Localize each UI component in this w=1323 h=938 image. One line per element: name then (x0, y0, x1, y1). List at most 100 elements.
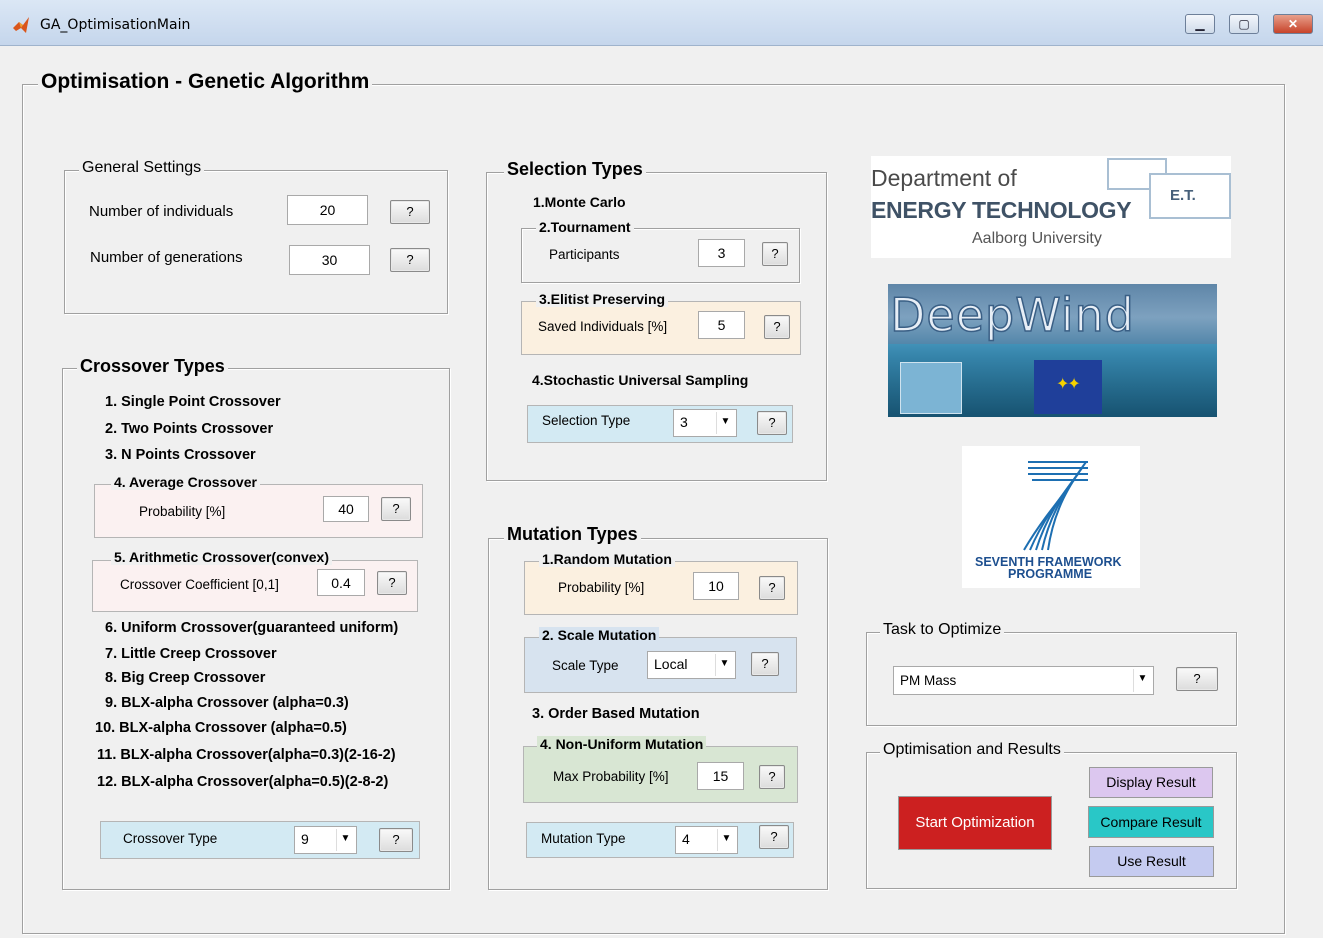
crossover-item: 1. Single Point Crossover (105, 394, 281, 410)
monte-carlo-label: 1.Monte Carlo (533, 194, 626, 210)
et-logo-line2: ENERGY TECHNOLOGY (871, 197, 1132, 223)
crossover-item: 11. BLX-alpha Crossover(alpha=0.3)(2-16-… (97, 747, 396, 763)
crossover-type-help-button[interactable]: ? (379, 828, 413, 852)
results-title: Optimisation and Results (880, 741, 1064, 759)
generations-label: Number of generations (90, 249, 243, 266)
chevron-down-icon[interactable]: ▼ (716, 412, 734, 434)
mutation-title: Mutation Types (504, 524, 641, 545)
deepwind-title: DeepWind (889, 287, 1135, 343)
random-probability-input[interactable] (693, 572, 739, 600)
task-help-button[interactable]: ? (1176, 667, 1218, 691)
task-title: Task to Optimize (880, 621, 1005, 639)
mutation-type-value: 4 (682, 831, 690, 847)
et-logo-line1: Department of (871, 165, 1017, 191)
average-help-button[interactable]: ? (381, 497, 411, 521)
start-optimization-button[interactable]: Start Optimization (898, 796, 1052, 850)
task-select[interactable]: PM Mass ▼ (893, 666, 1154, 695)
tournament-title: 2.Tournament (536, 219, 634, 235)
individuals-help-button[interactable]: ? (390, 200, 430, 224)
chevron-down-icon[interactable]: ▼ (336, 829, 354, 851)
mutation-type-help-button[interactable]: ? (759, 825, 789, 849)
maximize-button[interactable]: ▢ (1229, 14, 1259, 34)
mutation-type-label: Mutation Type (541, 831, 626, 846)
random-mutation-title: 1.Random Mutation (539, 551, 675, 567)
individuals-input[interactable] (287, 195, 368, 225)
use-result-button[interactable]: Use Result (1089, 846, 1214, 877)
participants-label: Participants (549, 247, 620, 262)
minimize-button[interactable]: ▁ (1185, 14, 1215, 34)
scale-type-select[interactable]: Local ▼ (647, 651, 736, 679)
max-probability-input[interactable] (697, 762, 744, 790)
title-bar: GA_OptimisationMain ▁ ▢ ✕ (0, 0, 1323, 46)
chevron-down-icon[interactable]: ▼ (1133, 669, 1151, 692)
average-probability-input[interactable] (323, 496, 369, 522)
arithmetic-coefficient-label: Crossover Coefficient [0,1] (120, 577, 279, 592)
generations-help-button[interactable]: ? (390, 248, 430, 272)
chevron-down-icon[interactable]: ▼ (717, 829, 735, 851)
nonuniform-title: 4. Non-Uniform Mutation (537, 736, 707, 752)
max-probability-help-button[interactable]: ? (759, 765, 785, 789)
crossover-item: 12. BLX-alpha Crossover(alpha=0.5)(2-8-2… (97, 774, 389, 790)
general-settings-frame (64, 170, 448, 314)
matlab-icon (13, 17, 29, 33)
eu-flag-icon: ✦✦ (1034, 360, 1102, 414)
saved-individuals-help-button[interactable]: ? (764, 315, 790, 339)
arithmetic-coefficient-input[interactable] (317, 569, 365, 596)
task-value: PM Mass (900, 673, 957, 688)
crossover-item: 6. Uniform Crossover(guaranteed uniform) (105, 620, 399, 636)
saved-individuals-label: Saved Individuals [%] (538, 319, 668, 334)
max-probability-label: Max Probability [%] (553, 769, 669, 784)
crossover-type-label: Crossover Type (123, 831, 218, 846)
deepwind-logo: ✦✦ DeepWind (888, 284, 1217, 417)
crossover-item: 7. Little Creep Crossover (105, 646, 277, 662)
compare-result-button[interactable]: Compare Result (1088, 806, 1214, 838)
average-crossover-title: 4. Average Crossover (111, 474, 260, 490)
window-title: GA_OptimisationMain (40, 17, 191, 33)
crossover-item: 8. Big Creep Crossover (105, 670, 266, 686)
scale-mutation-title: 2. Scale Mutation (539, 627, 660, 643)
et-logo-badge: E.T. (1149, 173, 1231, 219)
elitist-title: 3.Elitist Preserving (536, 291, 669, 307)
participants-input[interactable] (698, 239, 745, 267)
order-based-label: 3. Order Based Mutation (532, 706, 700, 722)
et-logo-badge-text: E.T. (1170, 187, 1196, 204)
scale-help-button[interactable]: ? (751, 652, 779, 676)
crossover-item: 2. Two Points Crossover (105, 421, 274, 437)
arithmetic-crossover-title: 5. Arithmetic Crossover(convex) (111, 549, 332, 565)
et-logo: E.T. Department of ENERGY TECHNOLOGY Aal… (871, 156, 1231, 258)
close-button[interactable]: ✕ (1273, 14, 1313, 34)
display-result-button[interactable]: Display Result (1089, 767, 1213, 798)
generations-input[interactable] (289, 245, 370, 275)
mutation-type-select[interactable]: 4 ▼ (675, 826, 738, 854)
selection-type-help-button[interactable]: ? (757, 411, 787, 435)
client-area: Optimisation - Genetic Algorithm General… (0, 46, 1323, 938)
fp7-logo: SEVENTH FRAMEWORK PROGRAMME (962, 446, 1140, 588)
saved-individuals-input[interactable] (698, 311, 745, 339)
selection-type-value: 3 (680, 414, 688, 430)
individuals-label: Number of individuals (89, 203, 234, 220)
scale-type-value: Local (654, 656, 688, 672)
fp7-mini-logo (900, 362, 962, 414)
crossover-type-value: 9 (301, 831, 309, 847)
crossover-type-select[interactable]: 9 ▼ (294, 826, 357, 854)
crossover-item: 10. BLX-alpha Crossover (alpha=0.5) (95, 720, 347, 736)
et-logo-line3: Aalborg University (972, 230, 1102, 247)
scale-type-label: Scale Type (552, 658, 619, 673)
crossover-title: Crossover Types (77, 356, 228, 377)
crossover-item: 3. N Points Crossover (105, 447, 256, 463)
chevron-down-icon[interactable]: ▼ (715, 654, 733, 676)
fp7-line2: PROGRAMME (1008, 567, 1093, 581)
participants-help-button[interactable]: ? (762, 242, 788, 266)
selection-type-label: Selection Type (542, 413, 631, 428)
stochastic-label: 4.Stochastic Universal Sampling (532, 372, 749, 388)
selection-title: Selection Types (504, 159, 646, 180)
crossover-item: 9. BLX-alpha Crossover (alpha=0.3) (105, 695, 349, 711)
random-help-button[interactable]: ? (759, 576, 785, 600)
arithmetic-help-button[interactable]: ? (377, 571, 407, 595)
selection-type-select[interactable]: 3 ▼ (673, 409, 737, 437)
page-title: Optimisation - Genetic Algorithm (38, 70, 373, 94)
average-probability-label: Probability [%] (139, 504, 226, 519)
random-probability-label: Probability [%] (558, 580, 645, 595)
fp7-icon (1023, 461, 1088, 551)
general-settings-title: General Settings (79, 159, 205, 177)
